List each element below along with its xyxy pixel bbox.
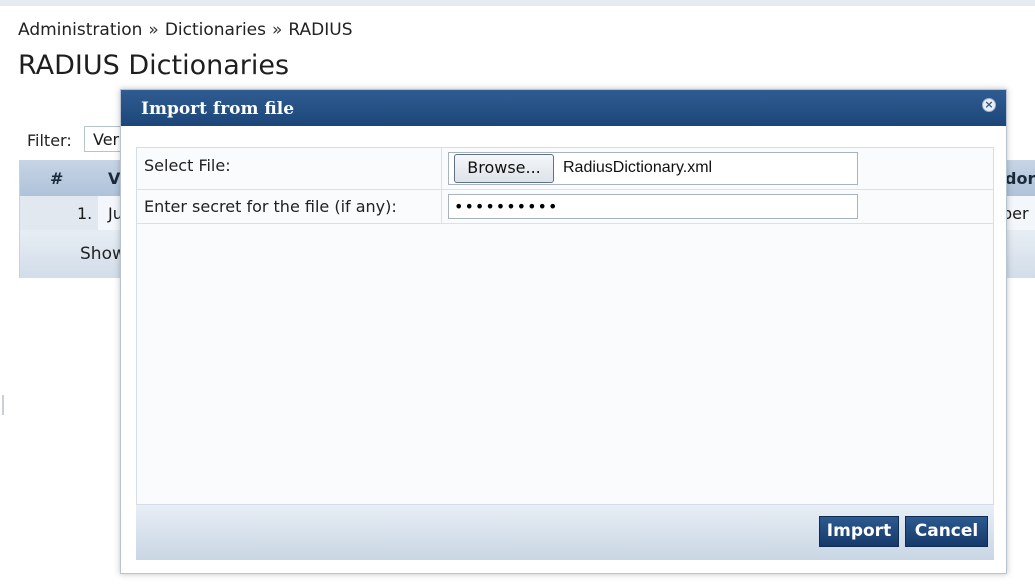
secret-row: Enter secret for the file (if any): bbox=[137, 190, 993, 224]
top-bar bbox=[0, 0, 1035, 6]
breadcrumb-administration[interactable]: Administration bbox=[18, 20, 142, 40]
select-file-row: Select File: Browse... RadiusDictionary.… bbox=[137, 148, 993, 190]
dialog-footer: Import Cancel bbox=[136, 505, 994, 560]
import-dialog: Import from file × Select File: Browse..… bbox=[120, 89, 1007, 574]
breadcrumb-separator: » bbox=[148, 20, 159, 40]
breadcrumb-dictionaries[interactable]: Dictionaries bbox=[165, 20, 266, 40]
import-button[interactable]: Import bbox=[819, 516, 899, 547]
column-header-number: # bbox=[50, 169, 64, 188]
file-input[interactable]: Browse... RadiusDictionary.xml bbox=[448, 152, 858, 185]
secret-label: Enter secret for the file (if any): bbox=[144, 197, 397, 216]
select-file-label: Select File: bbox=[144, 156, 231, 175]
row-divider bbox=[441, 148, 442, 189]
dialog-body: Select File: Browse... RadiusDictionary.… bbox=[136, 147, 994, 505]
resize-handle bbox=[2, 395, 4, 415]
dialog-title: Import from file bbox=[141, 99, 295, 119]
breadcrumb-radius: RADIUS bbox=[288, 20, 353, 40]
selected-file-name: RadiusDictionary.xml bbox=[563, 159, 713, 176]
close-icon[interactable]: × bbox=[982, 98, 996, 112]
cancel-button[interactable]: Cancel bbox=[905, 516, 988, 547]
filter-label: Filter: bbox=[27, 131, 72, 150]
breadcrumb-separator: » bbox=[271, 20, 283, 40]
row-number: 1. bbox=[77, 204, 93, 223]
column-header-partial[interactable]: dor bbox=[1005, 169, 1035, 188]
browse-button[interactable]: Browse... bbox=[454, 154, 554, 183]
dialog-header[interactable]: Import from file × bbox=[121, 90, 1006, 126]
column-header-vendor[interactable]: V bbox=[108, 169, 120, 188]
row-divider bbox=[441, 190, 442, 223]
secret-password-input[interactable] bbox=[448, 194, 858, 219]
page-title: RADIUS Dictionaries bbox=[18, 50, 290, 81]
breadcrumb: Administration» Dictionaries» RADIUS bbox=[18, 20, 352, 40]
table-footer-show: Show bbox=[80, 244, 126, 264]
